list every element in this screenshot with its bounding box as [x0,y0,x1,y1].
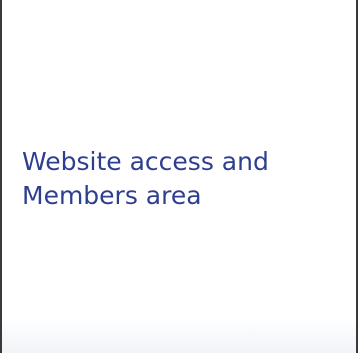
card-container[interactable]: Website access and Members area [0,0,358,353]
card-left-border [0,0,2,353]
card-title[interactable]: Website access and Members area [22,145,332,213]
